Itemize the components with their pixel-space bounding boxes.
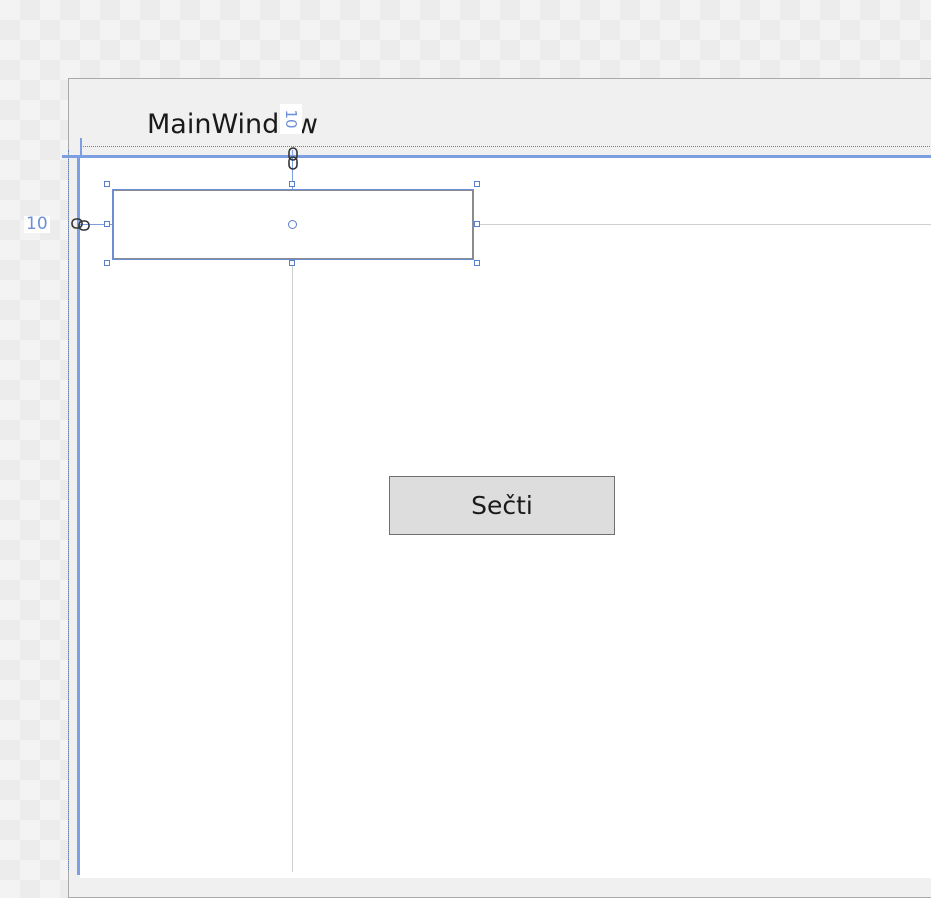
horizontal-alignment-guide (478, 224, 931, 225)
title-margin-guide (80, 146, 931, 147)
resize-handle-bottom[interactable] (289, 260, 295, 266)
grid-corner-tick (80, 138, 82, 156)
resize-handle-left[interactable] (104, 221, 110, 227)
left-margin-label: 10 (24, 214, 50, 234)
chain-link-icon[interactable] (283, 146, 303, 176)
resize-handle-top[interactable] (289, 181, 295, 187)
grid-left-border (77, 155, 80, 875)
resize-handle-right[interactable] (474, 221, 480, 227)
grid-top-border (62, 155, 931, 158)
resize-handle-top-right[interactable] (474, 181, 480, 187)
resize-handle-bottom-left[interactable] (104, 260, 110, 266)
sum-button[interactable]: Sečti (389, 476, 615, 535)
resize-handle-bottom-right[interactable] (474, 260, 480, 266)
top-margin-label: 10 (282, 109, 300, 129)
top-margin-label-box: 10 (280, 104, 302, 134)
chain-link-icon[interactable] (70, 214, 92, 234)
resize-handle-top-left[interactable] (104, 181, 110, 187)
vertical-alignment-guide (292, 262, 293, 872)
move-center-handle[interactable] (288, 220, 297, 229)
left-margin-guide (68, 150, 69, 870)
